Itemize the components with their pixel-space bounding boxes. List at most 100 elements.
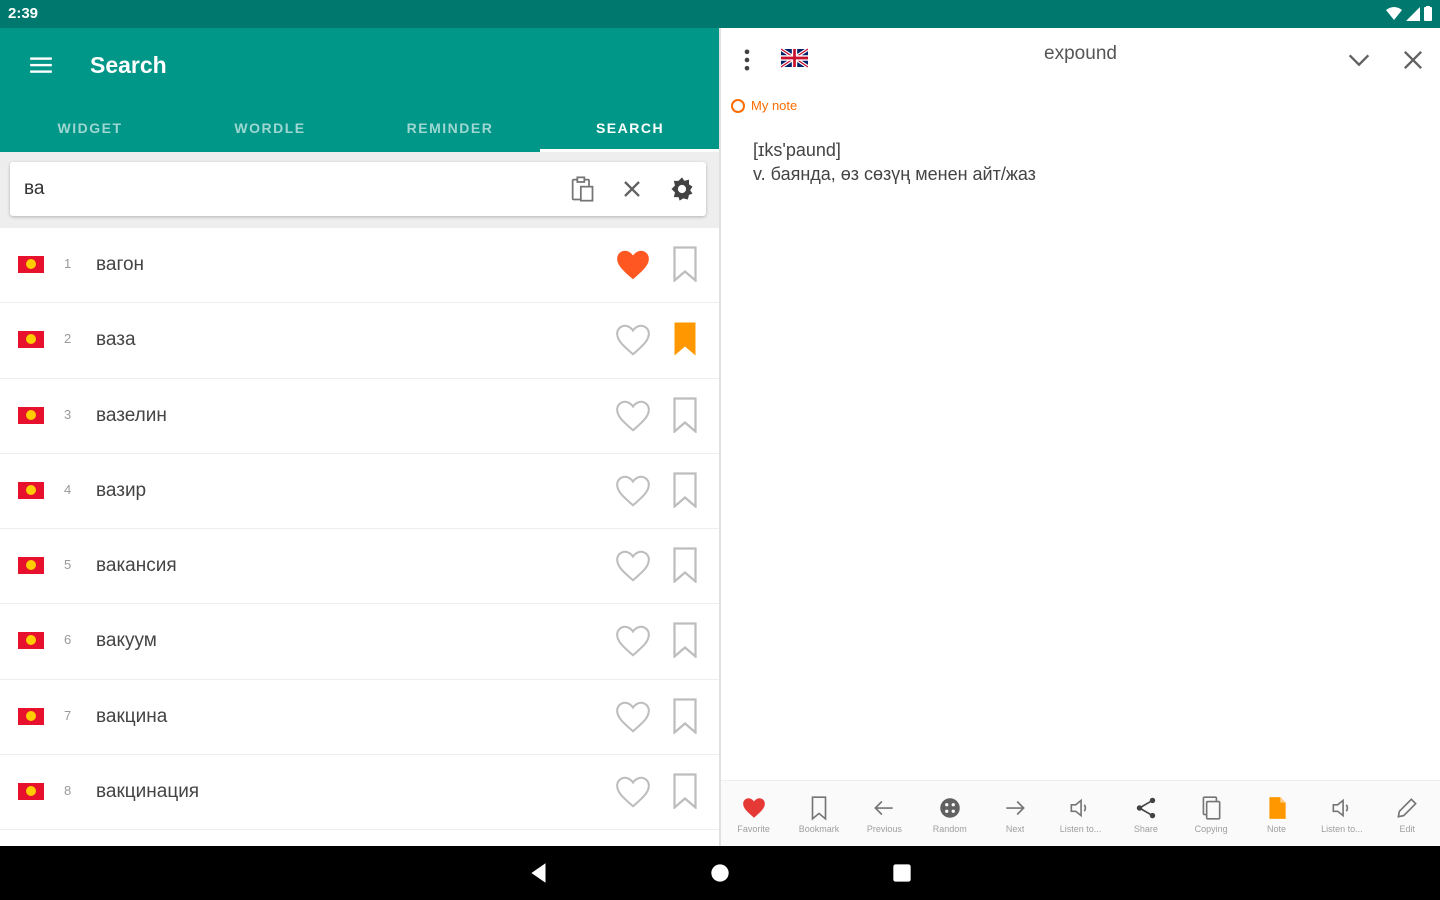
item-number: 1 <box>64 256 72 271</box>
back-icon[interactable] <box>526 860 552 886</box>
item-word: вакансия <box>96 555 177 577</box>
my-note-link[interactable]: My note <box>731 98 797 113</box>
note-circle-icon <box>731 98 745 113</box>
list-item[interactable]: 1 вагон <box>0 228 720 304</box>
kyrgyz-flag-icon <box>18 632 44 650</box>
hamburger-menu-icon[interactable] <box>28 52 54 78</box>
favorite-button[interactable]: Favorite <box>721 781 786 846</box>
list-item[interactable]: 2 ваза <box>0 303 720 379</box>
item-word: ваза <box>96 329 136 351</box>
tool-label: Bookmark <box>798 824 840 834</box>
tab-reminder[interactable]: REMINDER <box>360 108 540 152</box>
results-list: 1 вагон 2 ваза 3 вазелин 4 вазир 5 вакан… <box>0 228 720 831</box>
share-button[interactable]: Share <box>1113 781 1178 846</box>
bookmark-button[interactable]: Bookmark <box>786 781 851 846</box>
favorite-heart-icon[interactable] <box>614 321 652 359</box>
listen-button[interactable]: Listen to... <box>1048 781 1113 846</box>
chevron-down-icon[interactable] <box>1345 46 1373 74</box>
item-number: 2 <box>64 331 72 347</box>
kyrgyz-flag-icon <box>18 481 44 499</box>
bookmark-icon[interactable] <box>670 396 700 433</box>
kyrgyz-flag-icon <box>18 783 44 801</box>
tool-label: Copying <box>1194 824 1228 834</box>
paste-clipboard-icon[interactable] <box>568 175 596 203</box>
word-title: expound <box>1044 43 1117 64</box>
favorite-heart-icon[interactable] <box>614 773 652 811</box>
home-icon[interactable] <box>707 860 733 886</box>
arrow-left-icon <box>874 800 894 816</box>
item-word: вакцинация <box>96 781 200 803</box>
kyrgyz-flag-icon <box>18 256 44 273</box>
share-icon <box>1136 797 1156 819</box>
item-word: вагон <box>96 254 145 275</box>
note-button[interactable]: Note <box>1244 781 1309 846</box>
list-item[interactable]: 4 вазир <box>0 454 720 530</box>
tab-wordle[interactable]: WORDLE <box>180 108 360 152</box>
definition-text: v. баянда, өз сөзүң менен айт/жаз <box>753 164 1036 184</box>
status-bar: 2:39 <box>0 0 1440 28</box>
bookmark-icon[interactable] <box>670 622 700 659</box>
bookmark-icon[interactable] <box>670 773 700 810</box>
bookmark-icon[interactable] <box>670 547 700 584</box>
speaker-icon <box>1070 798 1087 818</box>
favorite-heart-icon[interactable] <box>614 622 652 660</box>
arrow-right-icon <box>1006 800 1025 816</box>
kyrgyz-flag-icon <box>18 557 44 575</box>
close-icon[interactable] <box>1399 46 1427 74</box>
item-number: 8 <box>64 783 72 799</box>
item-number: 7 <box>64 707 72 723</box>
bookmark-icon[interactable] <box>670 698 700 734</box>
search-input[interactable] <box>24 176 544 202</box>
clear-icon[interactable] <box>618 175 646 203</box>
settings-gear-icon[interactable] <box>668 175 696 203</box>
transcription: [ɪks'paund] <box>753 140 841 160</box>
bookmark-icon[interactable] <box>670 472 700 508</box>
next-button[interactable]: Next <box>982 781 1047 846</box>
item-number: 3 <box>64 406 72 422</box>
list-item[interactable]: 5 вакансия <box>0 529 720 605</box>
random-button[interactable]: Random <box>917 781 982 846</box>
list-item[interactable]: 7 вакцина <box>0 680 720 756</box>
favorite-heart-icon[interactable] <box>614 547 652 585</box>
favorite-heart-icon[interactable] <box>614 246 652 284</box>
tool-label: Listen to... <box>1321 824 1363 834</box>
list-item[interactable]: 3 вазелин <box>0 379 720 454</box>
listen-translation-button[interactable]: Listen to... <box>1309 781 1374 846</box>
previous-button[interactable]: Previous <box>852 781 917 846</box>
page-title: Search <box>90 52 167 78</box>
signal-icon <box>1406 6 1420 21</box>
navigation-bar <box>0 846 1440 900</box>
list-item[interactable]: 6 вакуум <box>0 604 720 680</box>
tool-label: Note <box>1267 824 1287 834</box>
item-number: 4 <box>64 481 72 497</box>
bottom-toolbar: Favorite Bookmark Previous Random Next L… <box>721 780 1440 846</box>
favorite-heart-icon[interactable] <box>614 698 652 736</box>
kyrgyz-flag-icon <box>18 406 44 424</box>
word-detail-panel: expound My note [ɪks'paund] v. баянда, ө… <box>721 28 1440 846</box>
tool-label: Previous <box>866 824 902 834</box>
list-item[interactable]: 8 вакцинация <box>0 755 720 831</box>
tab-search[interactable]: SEARCH <box>540 108 720 152</box>
copy-button[interactable]: Copying <box>1179 781 1244 846</box>
tool-label: Edit <box>1399 824 1416 834</box>
favorite-heart-icon[interactable] <box>614 397 652 435</box>
bookmark-icon[interactable] <box>670 321 700 357</box>
tool-label: Next <box>1005 824 1025 834</box>
bookmark-icon[interactable] <box>670 246 700 282</box>
recents-icon[interactable] <box>889 860 915 886</box>
tab-widget[interactable]: WIDGET <box>0 108 180 152</box>
uk-flag-icon[interactable] <box>781 48 808 68</box>
bookmark-icon <box>811 796 827 821</box>
favorite-heart-icon[interactable] <box>614 472 652 510</box>
tool-label: Listen to... <box>1059 824 1102 834</box>
edit-button[interactable]: Edit <box>1375 781 1440 846</box>
kyrgyz-flag-icon <box>18 707 44 725</box>
search-box <box>10 162 706 216</box>
heart-icon <box>742 798 765 818</box>
definition-block: [ɪks'paund] v. баянда, өз сөзүң менен ай… <box>753 138 1036 186</box>
tool-label: Random <box>932 824 967 834</box>
item-word: вакцина <box>96 705 168 727</box>
item-word: вакуум <box>96 630 157 652</box>
tool-label: Favorite <box>737 824 770 834</box>
more-options-icon[interactable] <box>737 46 757 74</box>
